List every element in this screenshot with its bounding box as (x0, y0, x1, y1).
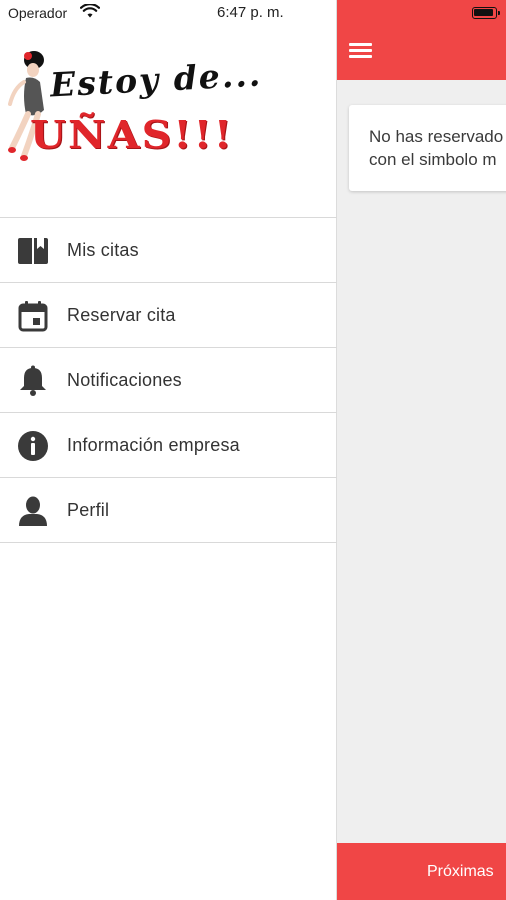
info-icon (18, 431, 48, 461)
hamburger-line (349, 49, 372, 52)
menu-item-notificaciones[interactable]: Notificaciones (0, 348, 337, 413)
navigation-drawer: Operador 6:47 p. m. Estoy de... UÑAS!!! (0, 0, 337, 900)
menu-item-label: Notificaciones (67, 370, 182, 390)
carrier-name: Operador (8, 5, 68, 21)
battery-icon (472, 7, 500, 19)
calendar-icon (18, 301, 48, 332)
empty-state-card: No has reservado con el simbolo m (349, 105, 506, 191)
menu-item-label: Información empresa (67, 435, 240, 455)
clock: 6:47 p. m. (217, 4, 284, 21)
drawer-menu: Mis citas Reservar cita Notificaciones I… (0, 217, 337, 543)
tab-proximas[interactable]: Próximas (427, 863, 494, 881)
logo-text-line1: Estoy de... (49, 54, 264, 105)
hamburger-line (349, 43, 372, 46)
menu-item-label: Reservar cita (67, 305, 176, 325)
menu-item-informacion-empresa[interactable]: Información empresa (0, 413, 337, 478)
logo-text-line2: UÑAS!!! (30, 112, 234, 157)
menu-item-reservar-cita[interactable]: Reservar cita (0, 283, 337, 348)
empty-state-text-line1: No has reservado (369, 127, 504, 146)
bell-icon (20, 365, 46, 396)
menu-item-mis-citas[interactable]: Mis citas (0, 218, 337, 283)
main-panel: No has reservado con el simbolo m Próxim… (337, 0, 506, 900)
menu-item-label: Perfil (67, 500, 110, 520)
book-icon (18, 238, 48, 264)
bottom-tab-bar: Próximas (337, 843, 506, 900)
menu-item-perfil[interactable]: Perfil (0, 478, 337, 543)
empty-state-text-line2: con el simbolo m (369, 150, 497, 169)
wifi-icon (80, 4, 100, 18)
hamburger-line (349, 55, 372, 58)
status-bar: Operador 6:47 p. m. (0, 0, 337, 26)
person-icon (19, 496, 47, 526)
app-header (337, 0, 506, 80)
brand-logo: Estoy de... UÑAS!!! (0, 40, 337, 170)
menu-item-label: Mis citas (67, 240, 139, 260)
menu-toggle-button[interactable] (347, 40, 375, 62)
